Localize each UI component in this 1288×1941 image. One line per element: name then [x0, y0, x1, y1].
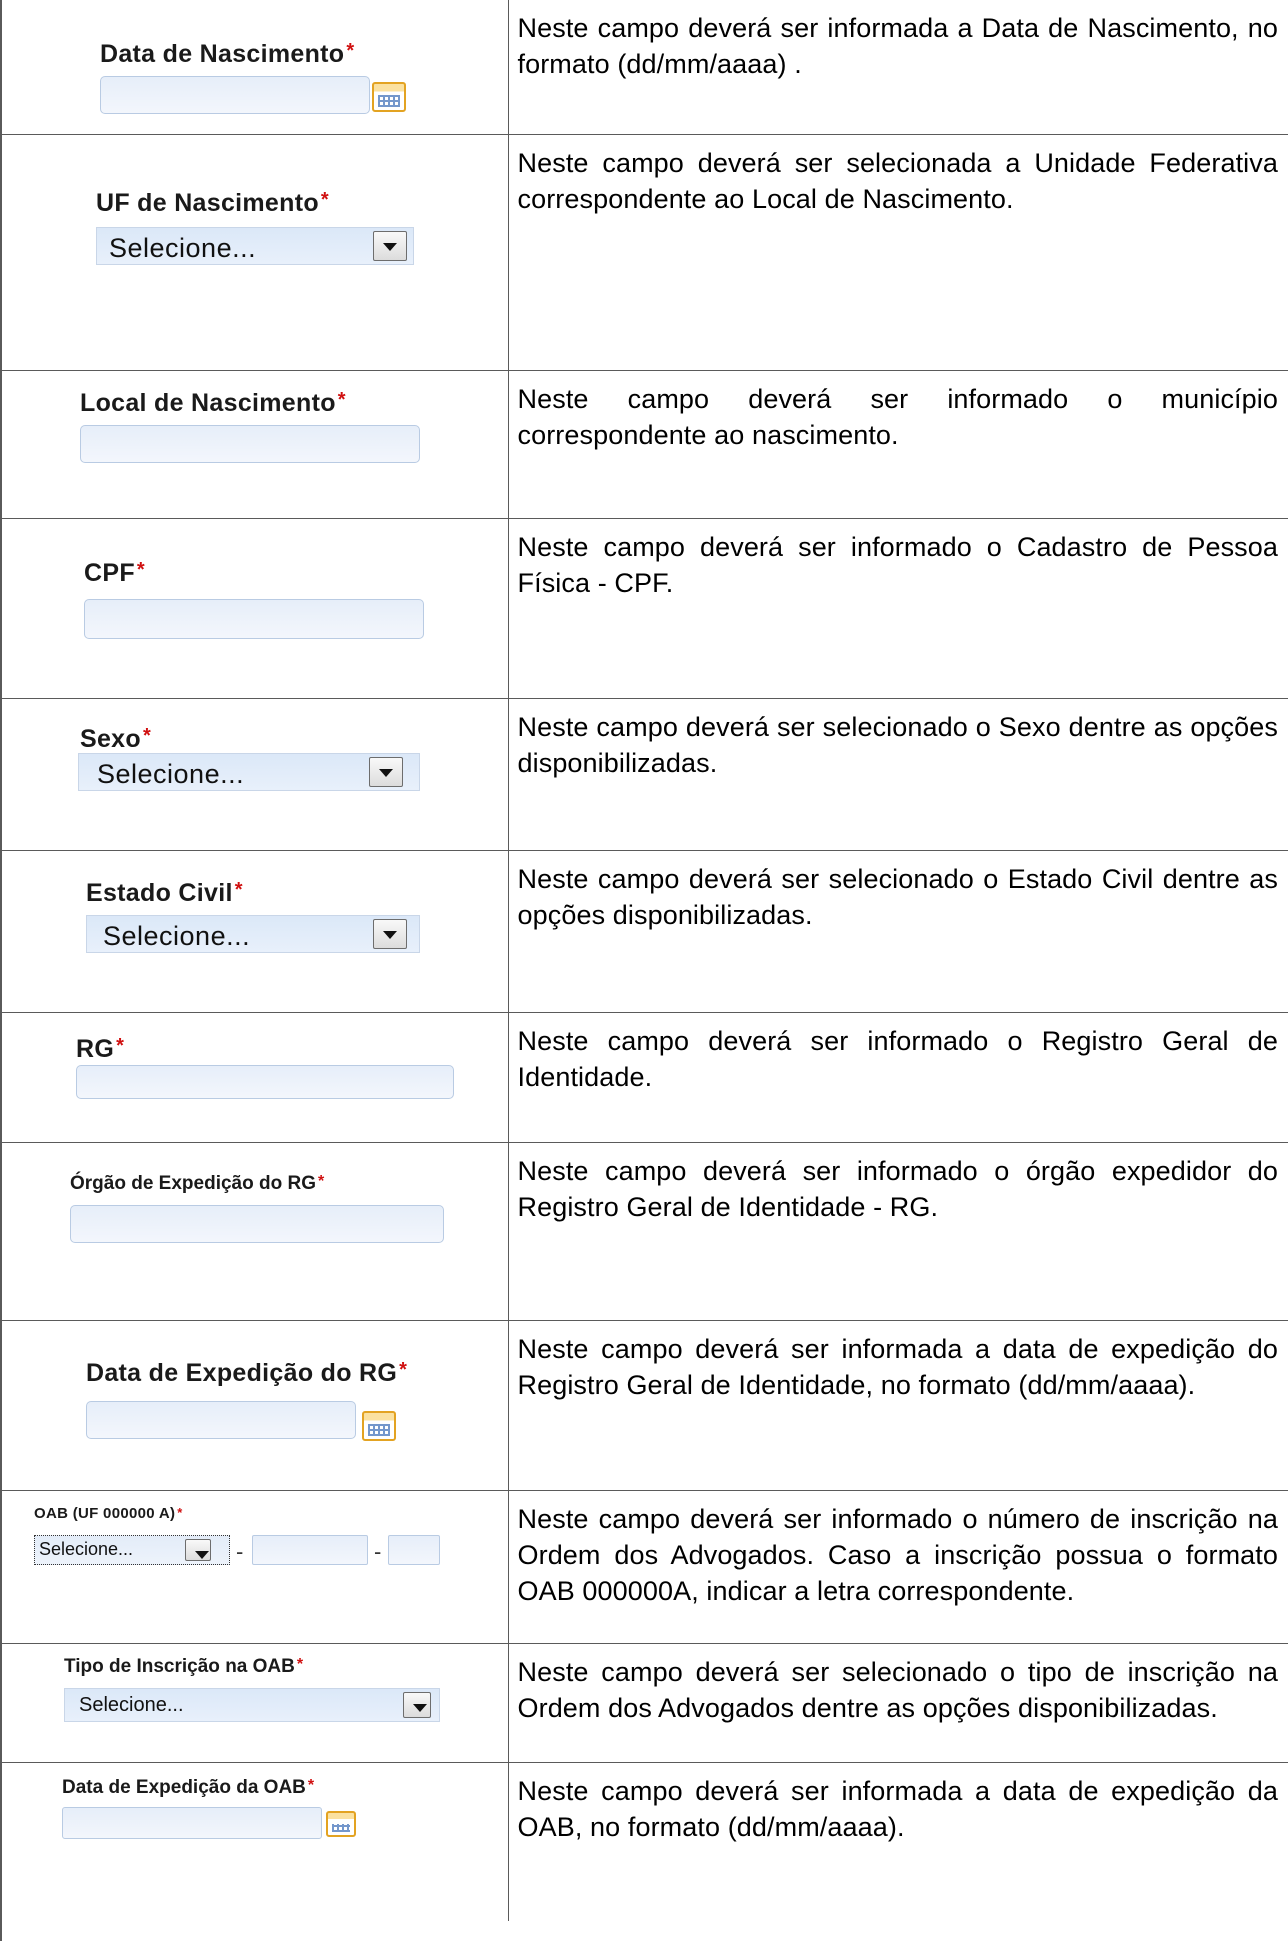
- field-label: Estado Civil *: [86, 878, 243, 907]
- field-description-cell: Neste campo deverá ser informada a data …: [517, 1775, 1278, 1842]
- marital-status-select[interactable]: Selecione...: [86, 914, 420, 953]
- sex-select[interactable]: Selecione...: [78, 752, 420, 791]
- field-preview-cell: Tipo de Inscrição na OAB * Selecione...: [0, 1643, 509, 1762]
- table-row: Órgão de Expedição do RG * Neste campo de…: [0, 1142, 1288, 1320]
- table-row: OAB (UF 000000 A) * Selecione... - - Nest…: [0, 1490, 1288, 1643]
- field-preview-cell: RG *: [0, 1012, 509, 1142]
- table-row: Data de Expedição da OAB * Neste campo de…: [0, 1762, 1288, 1921]
- field-label: RG *: [76, 1034, 125, 1063]
- field-label: Data de Nascimento *: [100, 40, 355, 68]
- field-description-cell: Neste campo deverá ser informada a data …: [517, 1333, 1278, 1400]
- table-row: Data de Expedição do RG * Neste campo dev…: [0, 1320, 1288, 1490]
- field-label: Tipo de Inscrição na OAB *: [64, 1655, 304, 1677]
- table-row: UF de Nascimento * Selecione... Neste cam…: [0, 134, 1288, 370]
- field-description-cell: Neste campo deverá ser selecionada a Uni…: [517, 147, 1278, 214]
- table-row: Tipo de Inscrição na OAB * Selecione... N…: [0, 1643, 1288, 1762]
- chevron-down-icon[interactable]: [373, 918, 407, 949]
- rg-issuer-input[interactable]: [70, 1204, 444, 1243]
- field-label: OAB (UF 000000 A) *: [34, 1504, 183, 1522]
- field-description-cell: Neste campo deverá ser informado o munic…: [517, 383, 1278, 450]
- field-preview-cell: Estado Civil * Selecione...: [0, 850, 509, 1012]
- field-preview-cell: Data de Nascimento *: [0, 0, 509, 134]
- field-description-cell: Neste campo deverá ser selecionado o Sex…: [517, 711, 1278, 778]
- birth-date-input[interactable]: [100, 76, 370, 114]
- table-row: Local de Nascimento * Neste campo deverá …: [0, 370, 1288, 518]
- rg-input[interactable]: [76, 1064, 454, 1099]
- chevron-down-icon[interactable]: [369, 756, 403, 787]
- field-label: Data de Expedição da OAB *: [62, 1776, 315, 1798]
- field-description-cell: Neste campo deverá ser informado o órgão…: [517, 1155, 1278, 1222]
- field-description-table: Data de Nascimento * Neste campo deverá s…: [0, 0, 1288, 1921]
- field-preview-cell: Sexo * Selecione...: [0, 698, 509, 850]
- field-description-cell: Neste campo deverá ser selecionado o tip…: [517, 1656, 1278, 1723]
- oab-issue-date-input[interactable]: [62, 1806, 322, 1839]
- field-label: Local de Nascimento *: [80, 388, 346, 417]
- calendar-icon[interactable]: [372, 82, 406, 112]
- field-description-cell: Neste campo deverá ser informado o Regis…: [517, 1025, 1278, 1092]
- table-row: Data de Nascimento * Neste campo deverá s…: [0, 0, 1288, 134]
- field-preview-cell: Data de Expedição do RG *: [0, 1320, 509, 1490]
- table-row: CPF * Neste campo deverá ser informado o …: [0, 518, 1288, 698]
- field-label: Data de Expedição do RG *: [86, 1358, 408, 1387]
- field-preview-cell: Data de Expedição da OAB *: [0, 1762, 509, 1921]
- oab-letter-input[interactable]: [388, 1534, 440, 1565]
- separator-dash: -: [374, 1538, 382, 1564]
- oab-registration-type-select[interactable]: Selecione...: [64, 1687, 440, 1722]
- field-preview-cell: Local de Nascimento *: [0, 370, 509, 518]
- calendar-icon[interactable]: [326, 1810, 356, 1837]
- field-description-cell: Neste campo deverá ser informada a Data …: [517, 13, 1278, 79]
- table-row: RG * Neste campo deverá ser informado o R…: [0, 1012, 1288, 1142]
- oab-number-input[interactable]: [252, 1534, 368, 1565]
- chevron-down-icon[interactable]: [403, 1691, 431, 1718]
- calendar-icon[interactable]: [362, 1410, 396, 1441]
- field-description-cell: Neste campo deverá ser selecionado o Est…: [517, 863, 1278, 930]
- field-label: CPF *: [84, 558, 145, 587]
- document-page: Data de Nascimento * Neste campo deverá s…: [0, 0, 1288, 1941]
- cpf-input[interactable]: [84, 598, 424, 639]
- table-row: Estado Civil * Selecione... Neste campo d…: [0, 850, 1288, 1012]
- field-preview-cell: OAB (UF 000000 A) * Selecione... - -: [0, 1490, 509, 1643]
- field-label: UF de Nascimento *: [96, 188, 329, 217]
- field-label: Órgão de Expedição do RG *: [70, 1172, 325, 1194]
- chevron-down-icon[interactable]: [185, 1538, 211, 1561]
- field-label: Sexo *: [80, 724, 152, 753]
- table-row: Sexo * Selecione... Neste campo deverá se…: [0, 698, 1288, 850]
- rg-issue-date-input[interactable]: [86, 1400, 356, 1439]
- separator-dash: -: [236, 1538, 244, 1564]
- field-description-cell: Neste campo deverá ser informado o Cadas…: [517, 531, 1278, 598]
- field-preview-cell: CPF *: [0, 518, 509, 698]
- field-preview-cell: Órgão de Expedição do RG *: [0, 1142, 509, 1320]
- birth-city-input[interactable]: [80, 424, 420, 463]
- field-preview-cell: UF de Nascimento * Selecione...: [0, 134, 509, 370]
- oab-state-select[interactable]: Selecione...: [34, 1534, 230, 1565]
- field-description-cell: Neste campo deverá ser informado o númer…: [517, 1503, 1278, 1606]
- chevron-down-icon[interactable]: [373, 230, 407, 261]
- birth-state-select[interactable]: Selecione...: [96, 226, 414, 265]
